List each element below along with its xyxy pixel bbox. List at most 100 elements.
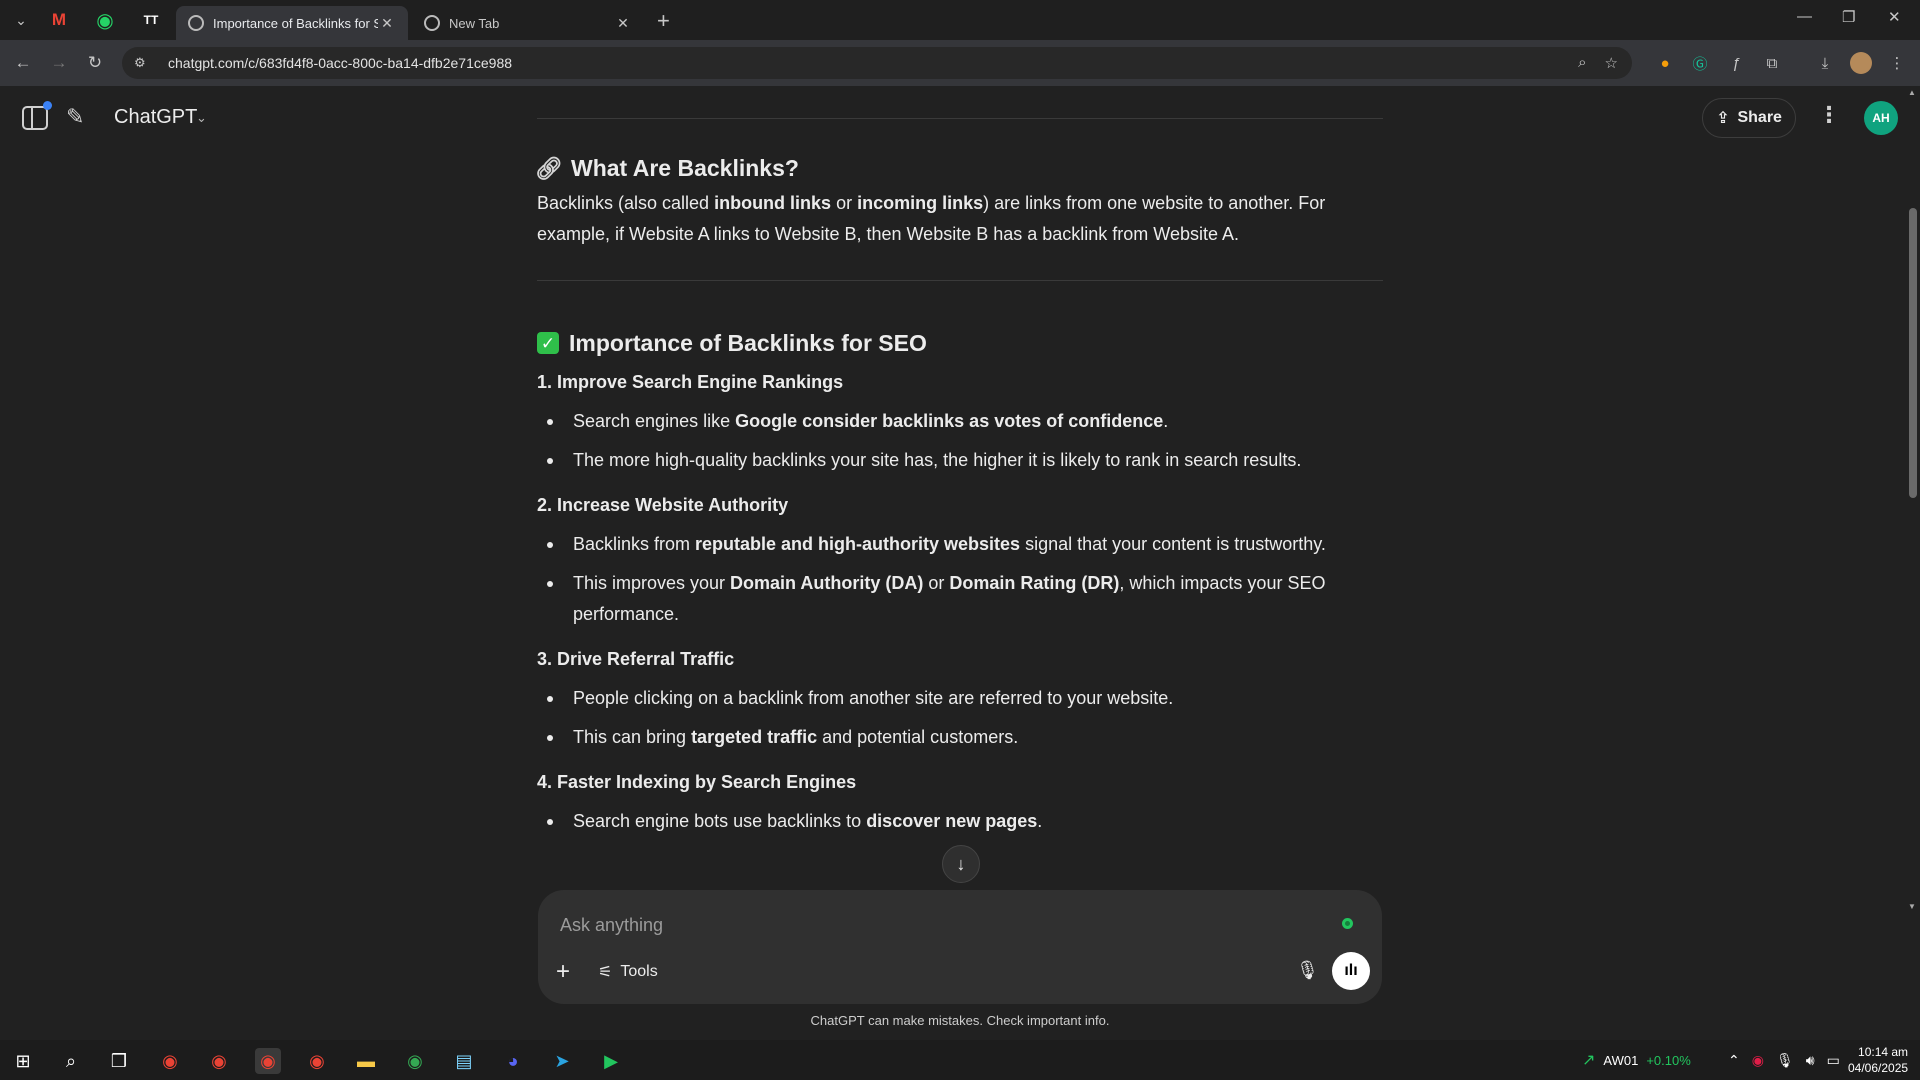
clock[interactable]: 10:14 am 04/06/2025 xyxy=(1848,1044,1908,1076)
share-icon: ⇪ xyxy=(1716,110,1730,127)
volume-icon[interactable]: 🔊︎ xyxy=(1806,1052,1815,1069)
restore-icon[interactable]: ❐ xyxy=(1842,8,1855,26)
text-run: or xyxy=(923,573,950,593)
scrollbar-thumb[interactable] xyxy=(1909,208,1917,498)
extensions-puzzle-icon[interactable]: ⧉ xyxy=(1761,52,1783,74)
telegram-icon[interactable]: ➤ xyxy=(549,1048,575,1074)
scroll-to-bottom-button[interactable]: ↓ xyxy=(942,845,980,883)
bullet-list: Backlinks from reputable and high-author… xyxy=(537,529,1383,630)
profile-avatar-icon[interactable] xyxy=(1850,52,1872,74)
address-bar[interactable]: ⚙ chatgpt.com/c/683fd4f8-0acc-800c-ba14-… xyxy=(122,47,1632,79)
search-icon[interactable]: ⌕ xyxy=(58,1048,84,1074)
sliders-icon: ⚟ xyxy=(598,964,613,981)
text-run: discover new pages xyxy=(866,811,1038,831)
stock-name: AW01 xyxy=(1603,1052,1639,1068)
list-item: This can bring targeted traffic and pote… xyxy=(537,722,1383,753)
tab-label: Importance of Backlinks for SEO xyxy=(213,15,378,31)
chevron-down-icon[interactable]: ⌄ xyxy=(196,110,207,126)
chrome-icon[interactable]: ◉ xyxy=(402,1048,428,1074)
point-heading: 2. Increase Website Authority xyxy=(537,495,789,515)
chrome-favicon-icon xyxy=(424,15,440,31)
date: 04/06/2025 xyxy=(1848,1061,1909,1075)
more-options-icon[interactable]: ⋮ xyxy=(1818,102,1840,128)
avatar[interactable]: AH xyxy=(1864,101,1898,135)
forward-icon[interactable]: → xyxy=(44,53,74,73)
list-item: People clicking on a backlink from anoth… xyxy=(537,683,1383,714)
text-run: Backlinks (also called xyxy=(537,193,715,213)
network-icon[interactable]: ▭ xyxy=(1827,1052,1840,1069)
composer: + ⚟ Tools 🎙︎ ılı xyxy=(538,890,1382,1004)
text-run: Domain Authority (DA) xyxy=(730,573,924,593)
microphone-icon[interactable]: 🎙︎ xyxy=(1296,960,1319,981)
paragraph: Backlinks (also called inbound links or … xyxy=(537,188,1383,250)
text-run: People clicking on a backlink from anoth… xyxy=(573,688,1174,708)
tools-button[interactable]: ⚟ Tools xyxy=(598,962,658,982)
pinned-tab-tt[interactable]: TT xyxy=(128,0,174,40)
share-button[interactable]: ⇪ Share xyxy=(1702,98,1796,138)
chrome-icon[interactable]: ◉ xyxy=(206,1048,232,1074)
scroll-down-icon[interactable]: ▼ xyxy=(1908,902,1916,911)
model-selector[interactable]: ChatGPT xyxy=(114,106,197,129)
bullet-list: Search engines like Google consider back… xyxy=(537,406,1383,476)
discord-icon[interactable]: ◕ xyxy=(500,1048,526,1074)
scrollbar[interactable]: ▲ ▼ xyxy=(1906,86,1920,1040)
text-run: Search engines like xyxy=(573,411,736,431)
terminal-icon[interactable]: ▶ xyxy=(598,1048,624,1074)
stock-widget[interactable]: ↗ AW01 +0.10% xyxy=(1582,1040,1691,1080)
text-run: and potential customers. xyxy=(817,727,1019,747)
text-run: . xyxy=(1037,811,1043,831)
pinned-tab-gmail[interactable]: M xyxy=(36,0,82,40)
notepad-icon[interactable]: ▤ xyxy=(451,1048,477,1074)
minimize-icon[interactable]: — xyxy=(1797,8,1812,25)
bookmark-star-icon[interactable]: ☆ xyxy=(1605,54,1618,72)
grammarly-status-icon[interactable] xyxy=(1342,918,1353,929)
microphone-tray-icon[interactable]: 🎙︎ xyxy=(1776,1052,1794,1069)
scroll-up-icon[interactable]: ▲ xyxy=(1908,88,1916,97)
formula-extension-icon[interactable]: ƒ xyxy=(1725,52,1747,74)
close-tab-icon[interactable]: ✕ xyxy=(614,15,632,32)
site-info-icon[interactable]: ⚙ xyxy=(134,55,154,71)
pinned-tab-whatsapp[interactable]: ◉ xyxy=(82,0,128,40)
voice-mode-button[interactable]: ılı xyxy=(1332,952,1370,990)
chrome-icon[interactable]: ◉ xyxy=(255,1048,281,1074)
prompt-input[interactable] xyxy=(560,912,1260,938)
section-title: Importance of Backlinks for SEO xyxy=(569,329,927,356)
list-item: The more high-quality backlinks your sit… xyxy=(537,445,1383,476)
task-view-icon[interactable]: ❒ xyxy=(106,1048,132,1074)
point-heading: 3. Drive Referral Traffic xyxy=(537,649,735,669)
download-icon[interactable]: ⤓ xyxy=(1814,52,1836,74)
chevron-up-icon[interactable]: ⌃ xyxy=(1728,1052,1740,1069)
list-item: Search engines like Google consider back… xyxy=(537,406,1383,437)
sidebar-toggle-icon[interactable] xyxy=(22,101,52,130)
tab-new-tab[interactable]: New Tab ✕ xyxy=(412,6,644,40)
extension-orange-icon[interactable]: ● xyxy=(1654,52,1676,74)
reload-icon[interactable]: ↻ xyxy=(80,53,110,73)
bullet-list: People clicking on a backlink from anoth… xyxy=(537,683,1383,753)
text-run: incoming links xyxy=(857,193,984,213)
recording-icon[interactable]: ◉ xyxy=(1752,1052,1764,1069)
point-heading: 1. Improve Search Engine Rankings xyxy=(537,372,844,392)
divider xyxy=(537,280,1383,281)
chrome-icon[interactable]: ◉ xyxy=(157,1048,183,1074)
text-run: targeted traffic xyxy=(691,727,818,747)
grammarly-extension-icon[interactable]: Ⓖ xyxy=(1689,52,1711,74)
file-explorer-icon[interactable]: ▬ xyxy=(353,1048,379,1074)
new-tab-icon[interactable]: + xyxy=(657,8,670,34)
windows-start-icon[interactable]: ⊞ xyxy=(10,1048,36,1074)
text-run: signal that your content is trustworthy. xyxy=(1020,534,1326,554)
tab-search-chevron-icon[interactable]: ⌄ xyxy=(6,5,36,35)
text-run: reputable and high-authority websites xyxy=(695,534,1021,554)
add-attachment-icon[interactable]: + xyxy=(556,958,570,986)
chrome-icon[interactable]: ◉ xyxy=(304,1048,330,1074)
browser-menu-icon[interactable]: ⋮ xyxy=(1886,52,1908,74)
stock-change: +0.10% xyxy=(1646,1052,1691,1068)
text-run: inbound links xyxy=(714,193,832,213)
tools-label: Tools xyxy=(620,963,658,980)
zoom-icon[interactable]: ⌕ xyxy=(1578,54,1586,72)
close-tab-icon[interactable]: ✕ xyxy=(378,15,396,32)
close-window-icon[interactable]: ✕ xyxy=(1888,8,1901,26)
tab-importance-of-backlinks[interactable]: Importance of Backlinks for SEO ✕ xyxy=(176,6,408,40)
back-icon[interactable]: ← xyxy=(8,53,38,73)
url-text: chatgpt.com/c/683fd4f8-0acc-800c-ba14-df… xyxy=(168,55,513,71)
new-chat-icon[interactable]: ✎ xyxy=(66,104,84,130)
